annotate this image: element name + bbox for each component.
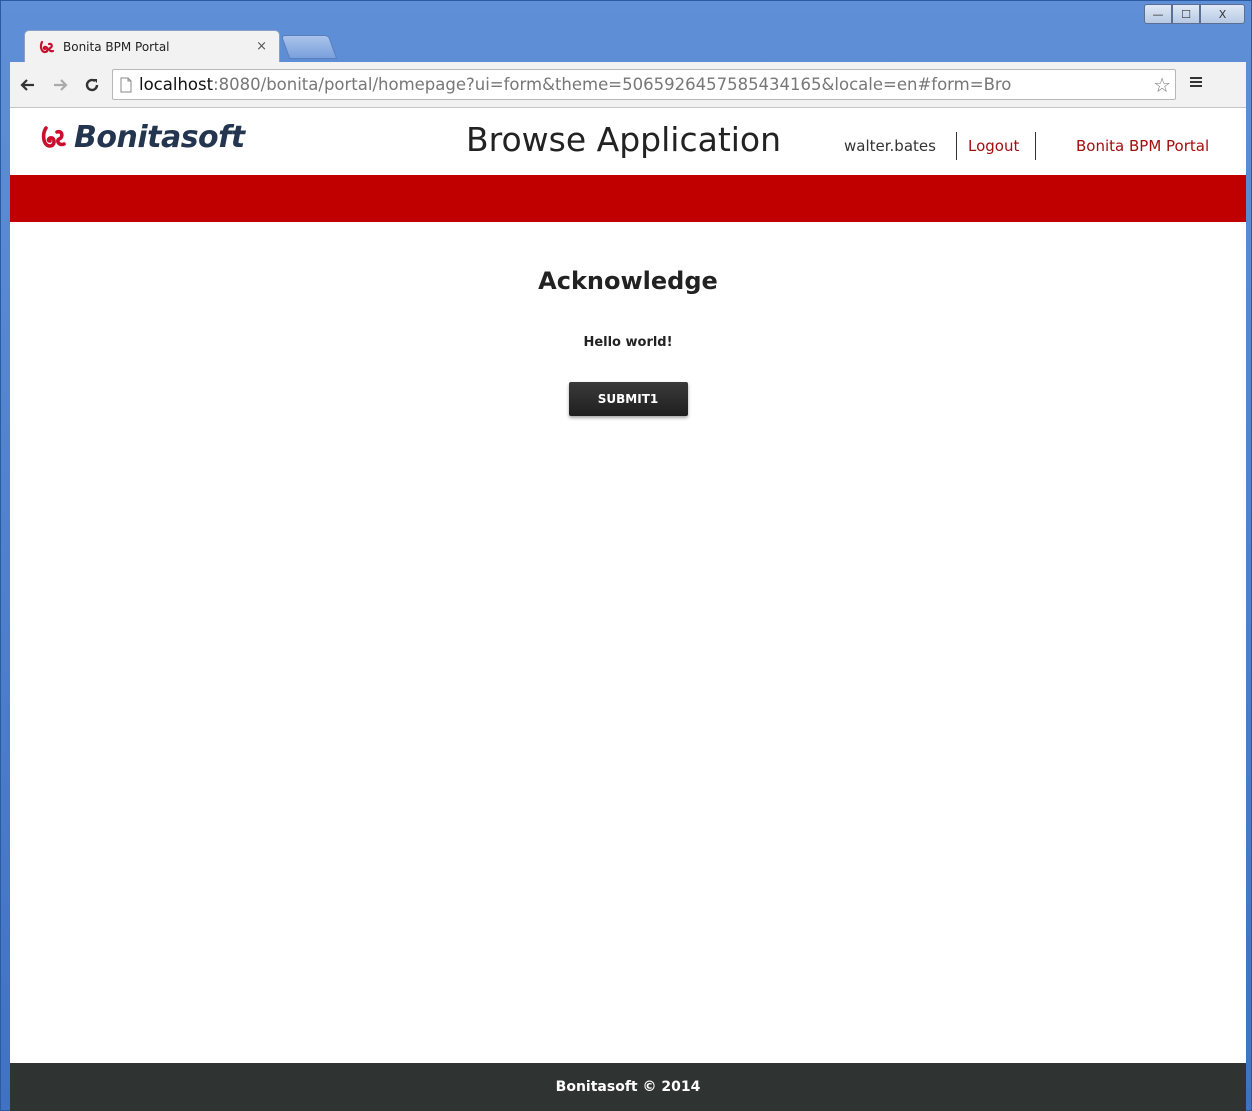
browser-window: — ☐ X Bonita BPM Portal × localhost:808… — [0, 0, 1252, 1111]
address-bar[interactable]: localhost:8080/bonita/portal/homepage?ui… — [112, 69, 1176, 100]
portal-header: Bonitasoft Browse Application walter.bat… — [10, 108, 1246, 175]
browser-toolbar: localhost:8080/bonita/portal/homepage?ui… — [10, 62, 1246, 108]
bonita-logo-icon — [39, 39, 55, 55]
menu-icon[interactable] — [1188, 74, 1204, 95]
user-name: walter.bates — [844, 137, 936, 155]
form-title: Acknowledge — [538, 267, 718, 295]
portal-link[interactable]: Bonita BPM Portal — [1076, 137, 1209, 155]
app-title: Browse Application — [466, 120, 782, 159]
maximize-button[interactable]: ☐ — [1172, 4, 1200, 24]
form-container: Acknowledge Hello world! SUBMIT1 — [10, 222, 1246, 416]
form-message: Hello world! — [583, 335, 673, 350]
forward-arrow-icon[interactable] — [46, 71, 74, 99]
bonita-logo-icon — [41, 125, 66, 148]
tab-close-icon[interactable]: × — [256, 39, 267, 54]
url-host: localhost — [139, 75, 214, 94]
browser-tab[interactable]: Bonita BPM Portal × — [24, 30, 280, 62]
divider — [1035, 132, 1036, 160]
close-window-button[interactable]: X — [1200, 4, 1245, 24]
reload-icon[interactable] — [78, 71, 106, 99]
new-tab-button[interactable] — [280, 35, 338, 59]
divider — [956, 132, 957, 160]
logout-link[interactable]: Logout — [968, 137, 1019, 155]
logo-text: Bonitasoft — [74, 120, 245, 155]
star-icon[interactable]: ☆ — [1153, 73, 1171, 97]
footer: Bonitasoft © 2014 — [10, 1063, 1246, 1111]
footer-text: Bonitasoft © 2014 — [555, 1079, 701, 1095]
tab-title: Bonita BPM Portal — [63, 39, 170, 54]
tab-strip: Bonita BPM Portal × — [10, 27, 1240, 62]
back-arrow-icon[interactable] — [14, 71, 42, 99]
red-banner — [10, 175, 1246, 222]
page-content: Bonitasoft Browse Application walter.bat… — [10, 108, 1246, 1111]
submit-button[interactable]: SUBMIT1 — [568, 382, 688, 416]
url-path: :8080/bonita/portal/homepage?ui=form&the… — [213, 75, 1012, 94]
page-icon — [119, 77, 133, 93]
bonitasoft-logo[interactable]: Bonitasoft — [40, 120, 245, 155]
minimize-button[interactable]: — — [1144, 4, 1172, 24]
window-controls: — ☐ X — [1144, 4, 1245, 26]
